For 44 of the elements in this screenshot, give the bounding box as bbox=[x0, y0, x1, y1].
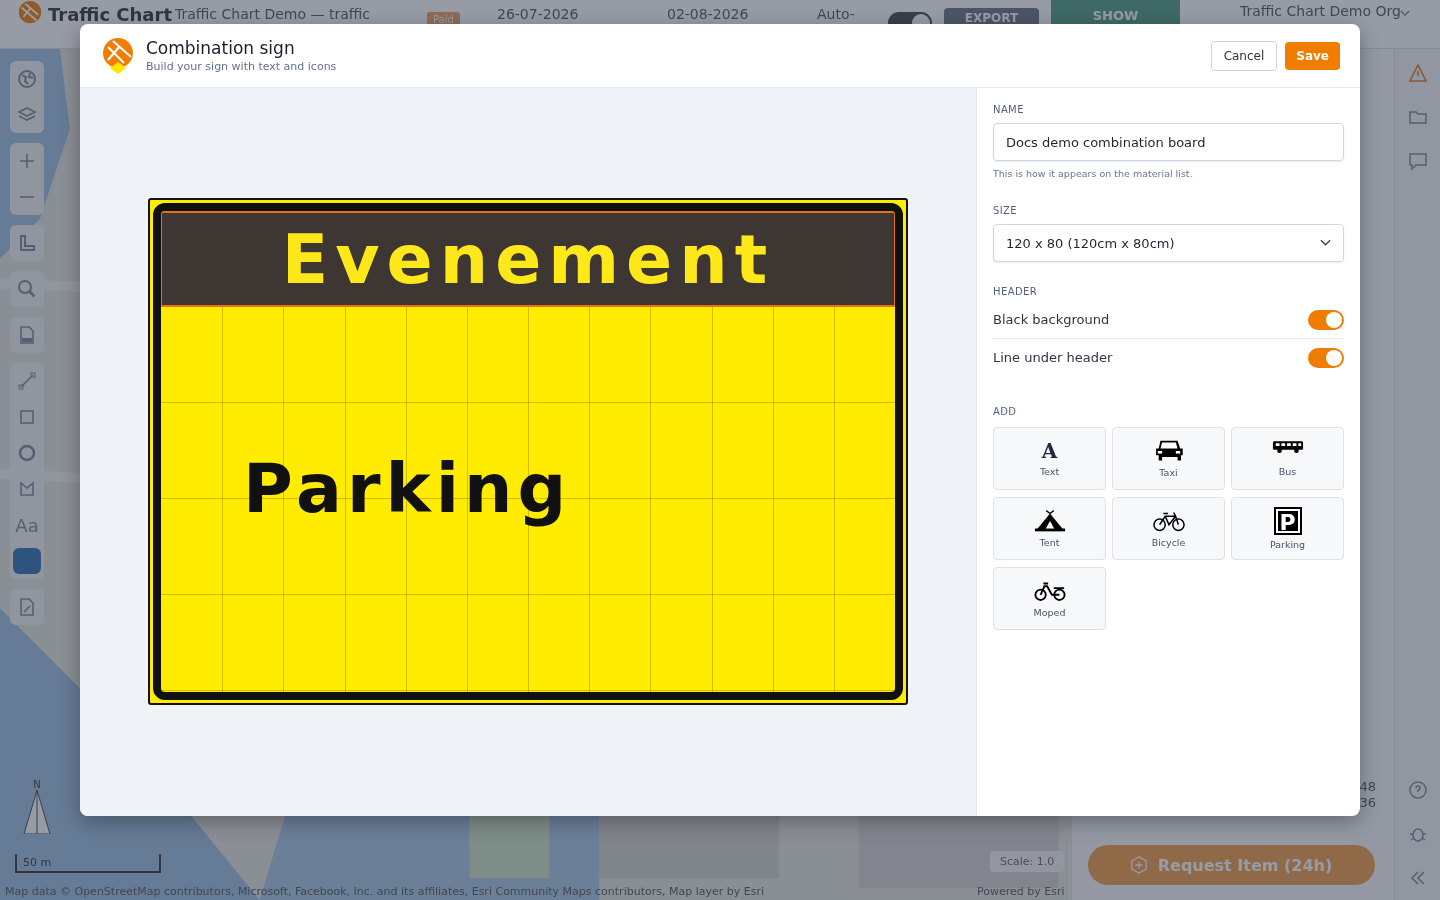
chevron-down-icon bbox=[1400, 10, 1410, 17]
letter-icon: A bbox=[1041, 440, 1058, 462]
name-field[interactable]: Docs demo combination board bbox=[993, 123, 1344, 161]
help-icon[interactable] bbox=[1407, 780, 1428, 800]
parking-sign-icon: P bbox=[1273, 507, 1302, 535]
field-label: SIZE bbox=[993, 205, 1019, 216]
dialog-title: Combination sign bbox=[146, 38, 296, 58]
bicycle-icon bbox=[1152, 509, 1185, 533]
toggle-label: Line under header bbox=[993, 350, 1113, 365]
scale-bar: 50 m bbox=[15, 854, 161, 873]
toggle-switch[interactable] bbox=[1308, 309, 1344, 330]
section-label: HEADER bbox=[993, 286, 1039, 297]
moped-tile[interactable]: Moped bbox=[993, 567, 1106, 630]
dialog-subtitle: Build your sign with text and icons bbox=[146, 60, 338, 73]
parking-tile[interactable]: P Parking bbox=[1231, 497, 1344, 560]
toggle-label: Black background bbox=[993, 312, 1110, 327]
add-icon bbox=[1129, 855, 1148, 874]
bus-icon bbox=[1271, 440, 1304, 454]
coordinate-text: 48 bbox=[1359, 779, 1377, 795]
chevron-down-icon bbox=[1320, 239, 1331, 247]
cancel-button[interactable]: Cancel bbox=[1210, 40, 1278, 71]
powered-by-text: Powered by Esri bbox=[977, 885, 1065, 898]
sign-header[interactable]: Evenement bbox=[161, 211, 895, 307]
tent-icon bbox=[1033, 509, 1066, 533]
brand-name: Traffic Chart bbox=[48, 3, 172, 25]
north-arrow-icon bbox=[22, 790, 52, 834]
auto-label: Auto- bbox=[817, 6, 855, 22]
section-label: ADD bbox=[993, 406, 1018, 417]
north-label: N bbox=[33, 779, 41, 790]
size-dropdown[interactable]: 120 x 80 (120cm x 80cm) bbox=[993, 224, 1344, 262]
scale-label: Scale: 1.0 bbox=[990, 851, 1065, 872]
toggle-switch[interactable] bbox=[1308, 347, 1344, 368]
coordinate-text: 36 bbox=[1359, 795, 1377, 811]
text-tile[interactable]: A Text bbox=[993, 427, 1106, 490]
bus-tile[interactable]: Bus bbox=[1231, 427, 1344, 490]
warning-icon[interactable] bbox=[1407, 63, 1428, 83]
tent-tile[interactable]: Tent bbox=[993, 497, 1106, 560]
taxi-tile[interactable]: Taxi bbox=[1112, 427, 1225, 490]
field-label: NAME bbox=[993, 104, 1025, 115]
bicycle-tile[interactable]: Bicycle bbox=[1112, 497, 1225, 560]
logo-icon bbox=[102, 37, 134, 74]
field-hint: This is how it appears on the material list. bbox=[993, 168, 1194, 179]
chat-icon[interactable] bbox=[1407, 151, 1428, 171]
attribution-text: Map data © OpenStreetMap contributors, Microsoft, Facebook, Inc. and its affiliates, Esri Community Maps contributors, Map layer by Esri bbox=[5, 885, 764, 898]
